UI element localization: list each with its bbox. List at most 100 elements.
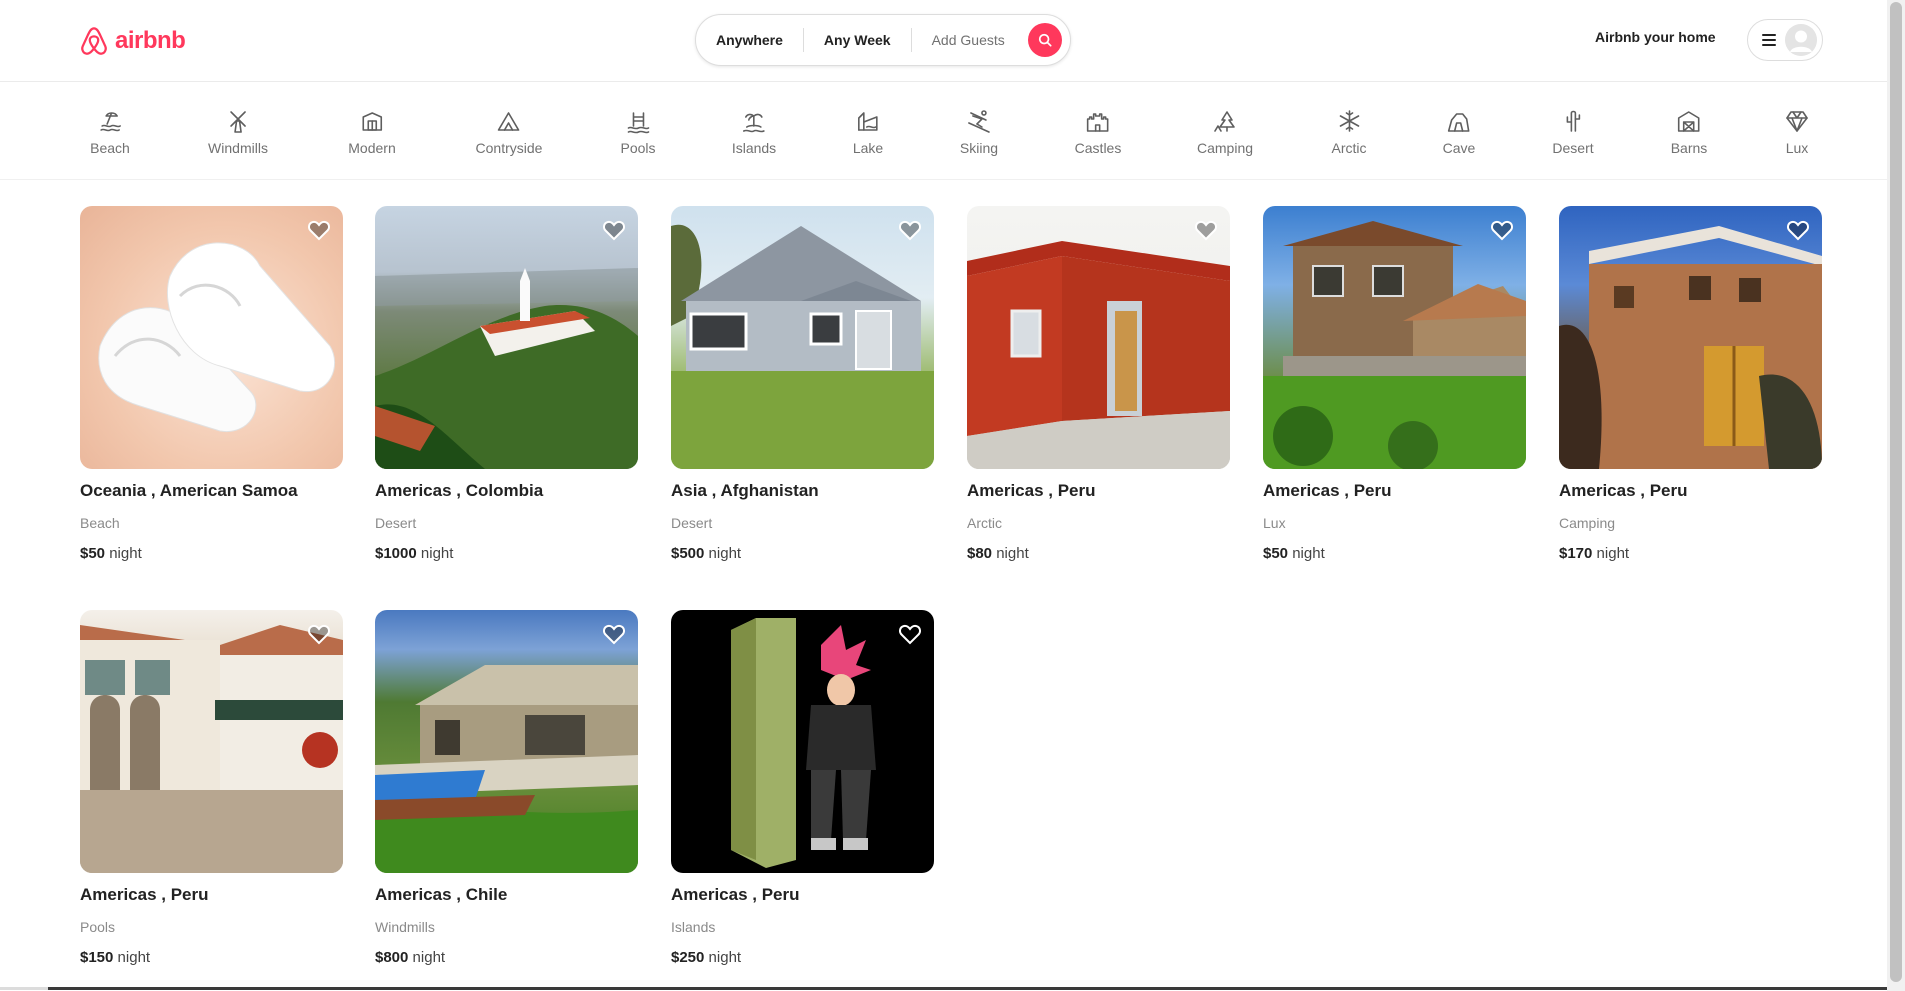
listing-card[interactable]: Americas , Peru Islands $250 night: [671, 610, 934, 966]
divider: [0, 987, 48, 990]
search-button[interactable]: [1028, 23, 1062, 57]
listing-category: Desert: [671, 515, 713, 531]
barn-icon: [1678, 111, 1700, 132]
listing-card[interactable]: Americas , Colombia Desert $1000 night: [375, 206, 638, 562]
scrollbar-thumb[interactable]: [1890, 2, 1902, 982]
listing-price-unit: night: [420, 545, 454, 562]
favorite-heart-icon[interactable]: [1490, 218, 1514, 242]
category-lux[interactable]: Lux: [1784, 108, 1810, 156]
listing-location: Oceania , American Samoa: [80, 481, 298, 500]
listing-price: $500 night: [671, 545, 934, 562]
listing-price-unit: night: [708, 545, 742, 562]
top-navbar: airbnb Anywhere Any Week Add Guests Airb…: [0, 0, 1887, 82]
category-modern[interactable]: Modern: [348, 108, 396, 156]
search-icon: [1038, 33, 1052, 47]
listing-category: Arctic: [967, 515, 1002, 531]
user-menu-button[interactable]: [1747, 19, 1823, 61]
castle-icon: [1087, 113, 1109, 132]
listing-price-amount: $170: [1559, 545, 1593, 562]
category-label: Arctic: [1331, 140, 1367, 156]
category-label: Windmills: [208, 140, 268, 156]
listing-photo[interactable]: [80, 206, 343, 469]
category-windmills[interactable]: Windmills: [208, 108, 268, 156]
listing-price-amount: $80: [967, 545, 993, 562]
listing-card[interactable]: Oceania , American Samoa Beach $50 night: [80, 206, 343, 562]
listing-price: $50 night: [80, 545, 343, 562]
category-label: Skiing: [959, 140, 999, 156]
listing-card[interactable]: Americas , Peru Pools $150 night: [80, 610, 343, 966]
listing-category: Pools: [80, 919, 116, 935]
listing-photo[interactable]: [671, 610, 934, 873]
listing-category: Windmills: [375, 919, 435, 935]
lake-icon: [858, 112, 878, 131]
search-anywhere[interactable]: Anywhere: [696, 28, 803, 52]
user-avatar-icon: [1785, 24, 1817, 56]
listing-category: Lux: [1263, 515, 1286, 531]
search-add-guests[interactable]: Add Guests: [912, 28, 1019, 52]
category-label: Camping: [1196, 140, 1254, 156]
search-any-week[interactable]: Any Week: [804, 28, 911, 52]
favorite-heart-icon[interactable]: [307, 622, 331, 646]
airbnb-logo[interactable]: airbnb: [79, 23, 186, 59]
listing-photo[interactable]: [1559, 206, 1822, 469]
camping-icon: [1214, 111, 1235, 132]
listing-photo[interactable]: [375, 610, 638, 873]
listing-price: $800 night: [375, 949, 638, 966]
favorite-heart-icon[interactable]: [1194, 218, 1218, 242]
listing-photo[interactable]: [967, 206, 1230, 469]
category-desert[interactable]: Desert: [1552, 108, 1594, 156]
listing-price-unit: night: [996, 545, 1029, 562]
listing-location: Americas , Peru: [967, 481, 1096, 500]
listing-photo[interactable]: [671, 206, 934, 469]
listing-category: Desert: [375, 515, 417, 531]
listing-price-unit: night: [412, 949, 446, 966]
listing-card[interactable]: Americas , Chile Windmills $800 night: [375, 610, 638, 966]
category-arctic[interactable]: Arctic: [1332, 108, 1367, 156]
cactus-icon: [1566, 110, 1580, 132]
favorite-heart-icon[interactable]: [602, 218, 626, 242]
listing-card[interactable]: Asia , Afghanistan Desert $500 night: [671, 206, 934, 562]
category-skiing[interactable]: Skiing: [960, 108, 998, 156]
skiing-icon: [968, 110, 990, 133]
vertical-scrollbar[interactable]: [1887, 0, 1905, 991]
favorite-heart-icon[interactable]: [307, 218, 331, 242]
listing-price-unit: night: [109, 545, 142, 562]
listing-photo[interactable]: [80, 610, 343, 873]
listing-price-unit: night: [708, 949, 742, 966]
listing-card[interactable]: Americas , Peru Arctic $80 night: [967, 206, 1230, 562]
listing-location: Americas , Peru: [671, 885, 800, 904]
listing-price: $1000 night: [375, 545, 638, 562]
category-contryside[interactable]: Contryside: [476, 108, 542, 156]
category-barns[interactable]: Barns: [1671, 108, 1707, 156]
category-islands[interactable]: Islands: [732, 108, 776, 156]
favorite-heart-icon[interactable]: [898, 218, 922, 242]
listing-photo[interactable]: [375, 206, 638, 469]
category-bar: Beach Windmills Modern Contryside Pools …: [0, 83, 1887, 180]
horizontal-scrollbar[interactable]: [48, 987, 1887, 990]
listing-location: Americas , Colombia: [375, 481, 544, 500]
listing-card[interactable]: Americas , Peru Lux $50 night: [1263, 206, 1526, 562]
listing-price-unit: night: [117, 949, 151, 966]
hamburger-menu-icon: [1762, 34, 1776, 46]
category-beach[interactable]: Beach: [90, 108, 130, 156]
category-castles[interactable]: Castles: [1075, 108, 1121, 156]
listing-price-amount: $150: [80, 949, 114, 966]
category-label: Lake: [852, 140, 884, 156]
listing-price-amount: $500: [671, 545, 705, 562]
category-pools[interactable]: Pools: [620, 108, 656, 156]
diamond-icon: [1786, 111, 1808, 132]
category-label: Beach: [90, 140, 130, 156]
category-cave[interactable]: Cave: [1442, 108, 1476, 156]
listing-category: Beach: [80, 515, 120, 531]
favorite-heart-icon[interactable]: [602, 622, 626, 646]
favorite-heart-icon[interactable]: [898, 622, 922, 646]
category-lake[interactable]: Lake: [853, 108, 883, 156]
category-camping[interactable]: Camping: [1197, 108, 1253, 156]
search-bar[interactable]: Anywhere Any Week Add Guests: [695, 14, 1071, 66]
host-link[interactable]: Airbnb your home: [1595, 29, 1716, 45]
category-label: Cave: [1442, 140, 1476, 156]
favorite-heart-icon[interactable]: [1786, 218, 1810, 242]
listing-photo[interactable]: [1263, 206, 1526, 469]
category-label: Modern: [348, 140, 396, 156]
listing-card[interactable]: Americas , Peru Camping $170 night: [1559, 206, 1822, 562]
